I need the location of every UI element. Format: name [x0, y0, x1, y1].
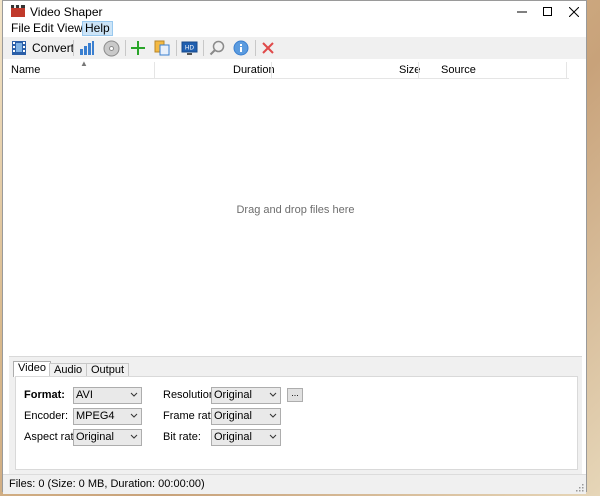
file-list[interactable]: Drag and drop files here [9, 79, 582, 356]
chevron-down-icon [130, 434, 138, 439]
format-label: Format: [24, 389, 65, 401]
menu-edit[interactable]: Edit [31, 21, 56, 36]
batch-button[interactable] [79, 39, 95, 57]
sort-ascending-icon: ▲ [80, 59, 88, 68]
resolution-more-button[interactable]: ... [287, 388, 303, 402]
video-settings-page: Format: AVI Encoder: MPEG4 Aspect ratio:… [15, 376, 578, 470]
close-icon [569, 7, 579, 17]
menu-view[interactable]: View [55, 21, 85, 36]
search-button[interactable] [209, 39, 225, 57]
toolbar-separator [73, 40, 74, 56]
preview-button[interactable]: HD [181, 39, 198, 57]
app-window: Video Shaper File Edit View Help Convert [2, 0, 587, 494]
chevron-down-icon [269, 434, 277, 439]
add-folder-button[interactable] [154, 39, 170, 57]
encoder-label: Encoder: [24, 410, 69, 422]
film-clapper-icon [11, 5, 25, 17]
menu-file[interactable]: File [9, 21, 32, 36]
info-button[interactable] [233, 39, 249, 57]
window-title: Video Shaper [30, 5, 103, 19]
column-duration[interactable]: Duration [233, 62, 275, 78]
toolbar-separator [125, 40, 126, 56]
red-x-icon [262, 42, 274, 54]
drop-hint: Drag and drop files here [236, 204, 355, 216]
encoder-value: MPEG4 [76, 410, 115, 422]
format-select[interactable]: AVI [73, 387, 142, 404]
bit-rate-select[interactable]: Original [211, 429, 281, 446]
info-icon [233, 40, 249, 56]
svg-text:HD: HD [185, 44, 195, 51]
bit-rate-value: Original [214, 431, 252, 443]
resize-grip-icon[interactable] [574, 482, 584, 492]
status-bar: Files: 0 (Size: 0 MB, Duration: 00:00:00… [3, 474, 586, 494]
close-window-button[interactable] [558, 1, 590, 23]
disc-button[interactable] [103, 39, 120, 57]
column-divider[interactable] [418, 62, 419, 78]
column-divider[interactable] [566, 62, 567, 78]
bit-rate-label: Bit rate: [163, 431, 201, 443]
frame-rate-value: Original [214, 410, 252, 422]
menu-help[interactable]: Help [82, 21, 113, 36]
tab-output[interactable]: Output [86, 363, 130, 377]
aspect-ratio-value: Original [76, 431, 114, 443]
convert-label: Convert [32, 41, 75, 55]
menu-bar: File Edit View Help [3, 21, 586, 36]
bar-graph-icon [80, 41, 94, 55]
format-value: AVI [76, 389, 93, 401]
aspect-ratio-select[interactable]: Original [73, 429, 142, 446]
maximize-icon [543, 7, 552, 16]
chevron-down-icon [269, 392, 277, 397]
column-name[interactable]: Name [11, 62, 40, 78]
file-list-header: ▲ Name Duration Size Source [9, 59, 569, 79]
chevron-down-icon [269, 413, 277, 418]
title-bar: Video Shaper [3, 1, 586, 23]
frame-rate-select[interactable]: Original [211, 408, 281, 425]
remove-button[interactable] [262, 39, 274, 57]
status-text: Files: 0 (Size: 0 MB, Duration: 00:00:00… [9, 478, 205, 490]
magnifier-icon [209, 40, 225, 56]
column-divider[interactable] [271, 62, 272, 78]
film-strip-icon [12, 41, 26, 55]
tab-audio[interactable]: Audio [49, 363, 88, 377]
chevron-down-icon [130, 392, 138, 397]
resolution-label: Resolution: [163, 389, 219, 401]
monitor-hd-icon: HD [181, 41, 198, 55]
disc-icon [103, 40, 120, 56]
toolbar-separator [203, 40, 204, 56]
toolbar: Convert HD [3, 37, 586, 59]
resolution-select[interactable]: Original [211, 387, 281, 404]
chevron-down-icon [130, 413, 138, 418]
convert-button[interactable]: Convert [11, 39, 74, 57]
settings-panel: Video Audio Output Format: AVI Encoder: … [9, 356, 582, 474]
add-file-button[interactable] [131, 39, 145, 57]
minimize-icon [517, 11, 527, 13]
plus-icon [131, 41, 145, 55]
copy-documents-icon [154, 40, 170, 56]
toolbar-separator [176, 40, 177, 56]
tab-video[interactable]: Video [13, 361, 51, 377]
encoder-select[interactable]: MPEG4 [73, 408, 142, 425]
toolbar-separator [255, 40, 256, 56]
column-divider[interactable] [154, 62, 155, 78]
column-source[interactable]: Source [441, 62, 476, 78]
resolution-value: Original [214, 389, 252, 401]
